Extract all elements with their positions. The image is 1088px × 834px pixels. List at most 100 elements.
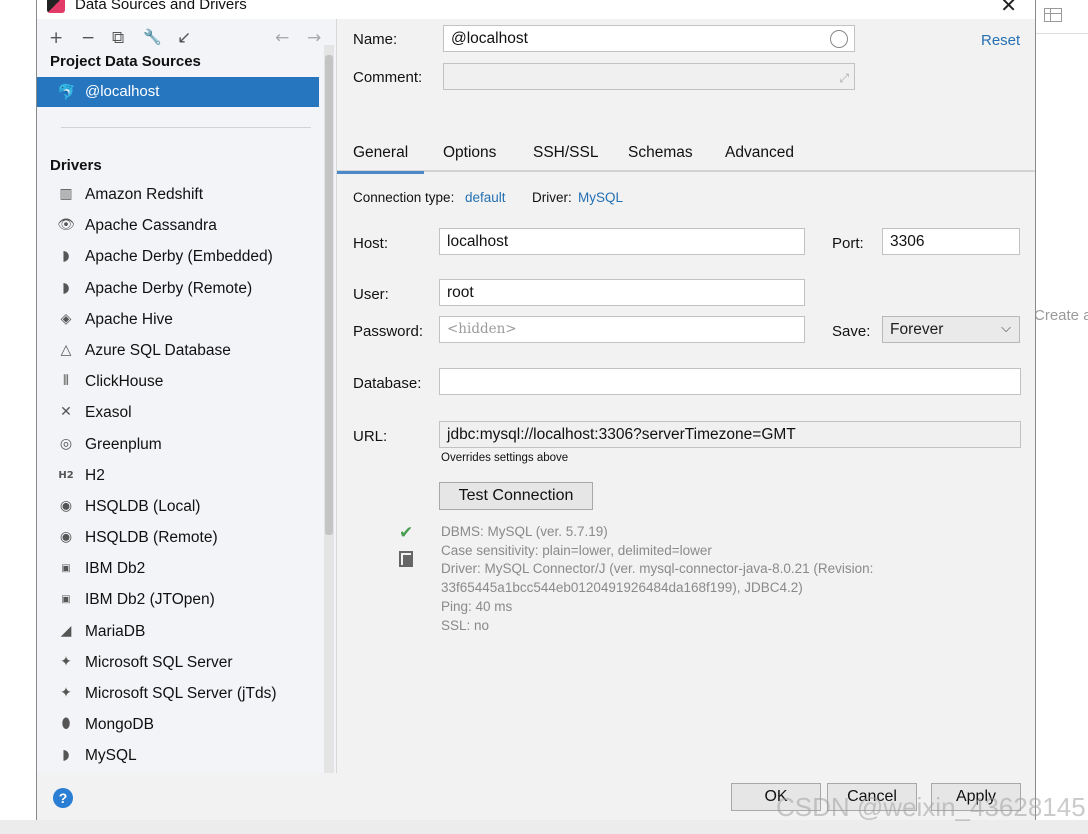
driver-label: Exasol <box>85 404 132 422</box>
mysql-dolphin-icon: 🐬 <box>57 84 76 101</box>
driver-item[interactable]: ◗ MySQL <box>37 741 327 772</box>
name-field[interactable]: @localhost <box>443 25 855 52</box>
driver-icon: ⦀ <box>62 373 70 390</box>
driver-item[interactable]: ◉ HSQLDB (Local) <box>37 492 327 523</box>
url-label: URL: <box>353 428 388 445</box>
host-label: Host: <box>353 235 389 252</box>
driver-icon: ◎ <box>59 435 73 452</box>
tab-schemas[interactable]: Schemas <box>628 144 693 162</box>
import-icon[interactable]: ↙ <box>177 28 191 48</box>
driver-label: HSQLDB (Remote) <box>85 529 218 547</box>
driver-icon: ◗ <box>62 279 70 296</box>
driver-item[interactable]: ▥ Amazon Redshift <box>37 180 327 211</box>
driver-link[interactable]: MySQL <box>578 190 623 205</box>
sidebar-scrollbar[interactable] <box>324 45 334 773</box>
name-value: @localhost <box>451 30 528 47</box>
info-line: Driver: MySQL Connector/J (ver. mysql-co… <box>441 561 874 577</box>
driver-label: H2 <box>85 466 105 484</box>
driver-item[interactable]: ✕ Exasol <box>37 398 327 429</box>
driver-label: Apache Derby (Remote) <box>85 279 253 297</box>
driver-icon: ▥ <box>59 186 73 202</box>
background-toolbar <box>1036 0 1088 34</box>
sidebar-toolbar: + − ⧉ 🔧 ↙ ← → <box>37 19 336 57</box>
driver-item[interactable]: ▣ IBM Db2 <box>37 554 327 585</box>
color-circle-icon[interactable] <box>830 30 848 48</box>
copy-icon[interactable] <box>399 551 413 567</box>
driver-label: Apache Hive <box>85 310 173 328</box>
driver-label: Apache Derby (Embedded) <box>85 248 273 266</box>
driver-icon: ✦ <box>60 653 72 670</box>
driver-item[interactable]: ✦ Microsoft SQL Server (jTds) <box>37 679 327 710</box>
test-connection-button[interactable]: Test Connection <box>439 482 593 510</box>
url-input[interactable]: jdbc:mysql://localhost:3306?serverTimezo… <box>439 421 1021 448</box>
port-label: Port: <box>832 235 864 252</box>
driver-item[interactable]: ◉ HSQLDB (Remote) <box>37 523 327 554</box>
driver-icon: ◢ <box>60 622 72 639</box>
driver-label: Amazon Redshift <box>85 186 204 203</box>
driver-item[interactable]: △ Azure SQL Database <box>37 336 327 367</box>
duplicate-icon[interactable]: ⧉ <box>112 28 124 48</box>
help-icon[interactable]: ? <box>53 788 73 808</box>
info-line: 33f65445a1bcc544eb0120491926484da168f199… <box>441 580 803 596</box>
url-hint: Overrides settings above <box>441 452 569 464</box>
driver-item[interactable]: ⦀ ClickHouse <box>37 367 327 398</box>
driver-label: Greenplum <box>85 435 162 453</box>
driver-item[interactable]: 👁 Apache Cassandra <box>37 211 327 242</box>
driver-icon: ◉ <box>59 529 73 546</box>
driver-label: Microsoft SQL Server (jTds) <box>85 685 277 702</box>
driver-item[interactable]: H2 H2 <box>37 461 327 492</box>
user-label: User: <box>353 286 389 303</box>
expand-icon[interactable]: ⤢ <box>839 71 849 86</box>
divider <box>61 127 311 128</box>
connection-type-label: Connection type: <box>353 190 455 205</box>
user-input[interactable]: root <box>439 279 805 306</box>
reset-link[interactable]: Reset <box>981 32 1020 49</box>
remove-icon[interactable]: − <box>81 28 95 48</box>
tab-options[interactable]: Options <box>443 144 496 162</box>
connection-type-link[interactable]: default <box>465 190 506 205</box>
save-select[interactable]: Forever ⌵ <box>882 316 1020 343</box>
driver-item[interactable]: ✦ Microsoft SQL Server <box>37 648 327 679</box>
app-logo-icon <box>47 0 65 13</box>
host-input[interactable]: localhost <box>439 228 805 255</box>
info-line: DBMS: MySQL (ver. 5.7.19) <box>441 524 608 539</box>
driver-item[interactable]: ⬮ MongoDB <box>37 710 327 741</box>
tab-general[interactable]: General <box>336 144 425 174</box>
info-line: SSL: no <box>441 617 490 633</box>
driver-label: MariaDB <box>85 622 146 640</box>
driver-item[interactable]: ▣ IBM Db2 (JTOpen) <box>37 585 327 616</box>
comment-field[interactable]: ⤢ <box>443 63 855 90</box>
port-input[interactable]: 3306 <box>882 228 1020 255</box>
driver-label: IBM Db2 <box>85 560 146 578</box>
driver-item[interactable]: ◈ Apache Hive <box>37 305 327 336</box>
data-source-item-localhost[interactable]: 🐬 @localhost <box>37 77 319 107</box>
driver-label: HSQLDB (Local) <box>85 497 201 515</box>
forward-arrow-icon[interactable]: → <box>307 28 321 48</box>
close-icon[interactable]: ✕ <box>1000 0 1017 18</box>
comment-label: Comment: <box>353 69 423 86</box>
tab-ssh-ssl[interactable]: SSH/SSL <box>533 144 598 162</box>
driver-label: Azure SQL Database <box>85 341 231 359</box>
connection-info: DBMS: MySQL (ver. 5.7.19) Case sensitivi… <box>441 523 1001 635</box>
wrench-icon[interactable]: 🔧 <box>143 28 162 46</box>
table-icon[interactable] <box>1044 8 1062 22</box>
driver-item[interactable]: ◗ Apache Derby (Embedded) <box>37 242 327 273</box>
driver-icon: ✦ <box>60 685 72 701</box>
driver-icon: ▣ <box>61 563 71 575</box>
success-check-icon: ✔ <box>399 523 414 542</box>
driver-icon: H2 <box>58 469 74 481</box>
scrollbar-thumb[interactable] <box>325 55 333 535</box>
driver-item[interactable]: ◗ Apache Derby (Remote) <box>37 274 327 305</box>
database-input[interactable] <box>439 368 1021 395</box>
driver-item[interactable]: ◢ MariaDB <box>37 617 327 648</box>
add-icon[interactable]: + <box>49 28 63 48</box>
driver-label: ClickHouse <box>85 373 164 391</box>
drivers-list: ▥ Amazon Redshift 👁 Apache Cassandra ◗ Apache… <box>37 180 327 773</box>
driver-icon: ⬮ <box>61 716 71 733</box>
password-input[interactable]: <hidden> <box>439 316 805 343</box>
back-arrow-icon[interactable]: ← <box>275 28 289 48</box>
driver-icon: ◗ <box>62 747 70 764</box>
driver-item[interactable]: ◎ Greenplum <box>37 430 327 461</box>
tab-advanced[interactable]: Advanced <box>725 144 794 162</box>
tab-bar: General Options SSH/SSL Schemas Advanced <box>336 136 1035 174</box>
